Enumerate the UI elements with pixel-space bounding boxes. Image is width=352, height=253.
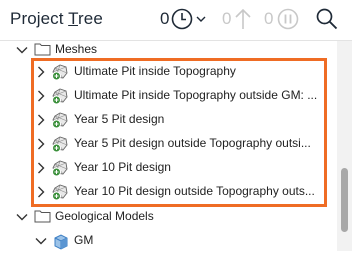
chevron-down-icon — [196, 16, 206, 22]
tree-row-geological-models[interactable]: Geological Models — [0, 205, 337, 229]
panel-title: Project Tree — [10, 9, 103, 29]
sync-count: 0 — [222, 9, 232, 28]
pause-count: 0 — [264, 9, 274, 28]
pause-button[interactable] — [276, 7, 300, 36]
panel-header: Project Tree 0 0 0 — [0, 0, 352, 40]
chevron-down-icon[interactable] — [34, 234, 48, 248]
history-count: 0 — [160, 9, 170, 28]
geological-model-icon — [54, 234, 68, 250]
tree-row-gm[interactable]: GM — [0, 229, 337, 253]
folder-icon — [34, 210, 51, 223]
folder-icon — [34, 43, 51, 56]
upload-arrow-button[interactable] — [234, 8, 252, 37]
title-text-mnemonic: T — [68, 9, 78, 28]
pause-icon — [277, 8, 299, 30]
highlight-box — [31, 58, 327, 207]
title-text-suffix: ree — [78, 9, 103, 28]
tree-label-gm: GM — [74, 233, 94, 247]
search-button[interactable] — [315, 7, 339, 36]
clock-icon — [171, 8, 206, 30]
tree-label-geological-models: Geological Models — [55, 209, 154, 223]
chevron-down-icon[interactable] — [15, 210, 29, 224]
scrollbar-thumb[interactable] — [341, 168, 348, 232]
history-clock-button[interactable] — [171, 7, 207, 38]
search-icon — [316, 8, 338, 30]
chevron-down-icon[interactable] — [15, 43, 29, 57]
title-text-prefix: Project — [10, 9, 69, 28]
arrow-up-icon — [235, 8, 251, 29]
tree-label-meshes: Meshes — [55, 42, 98, 56]
